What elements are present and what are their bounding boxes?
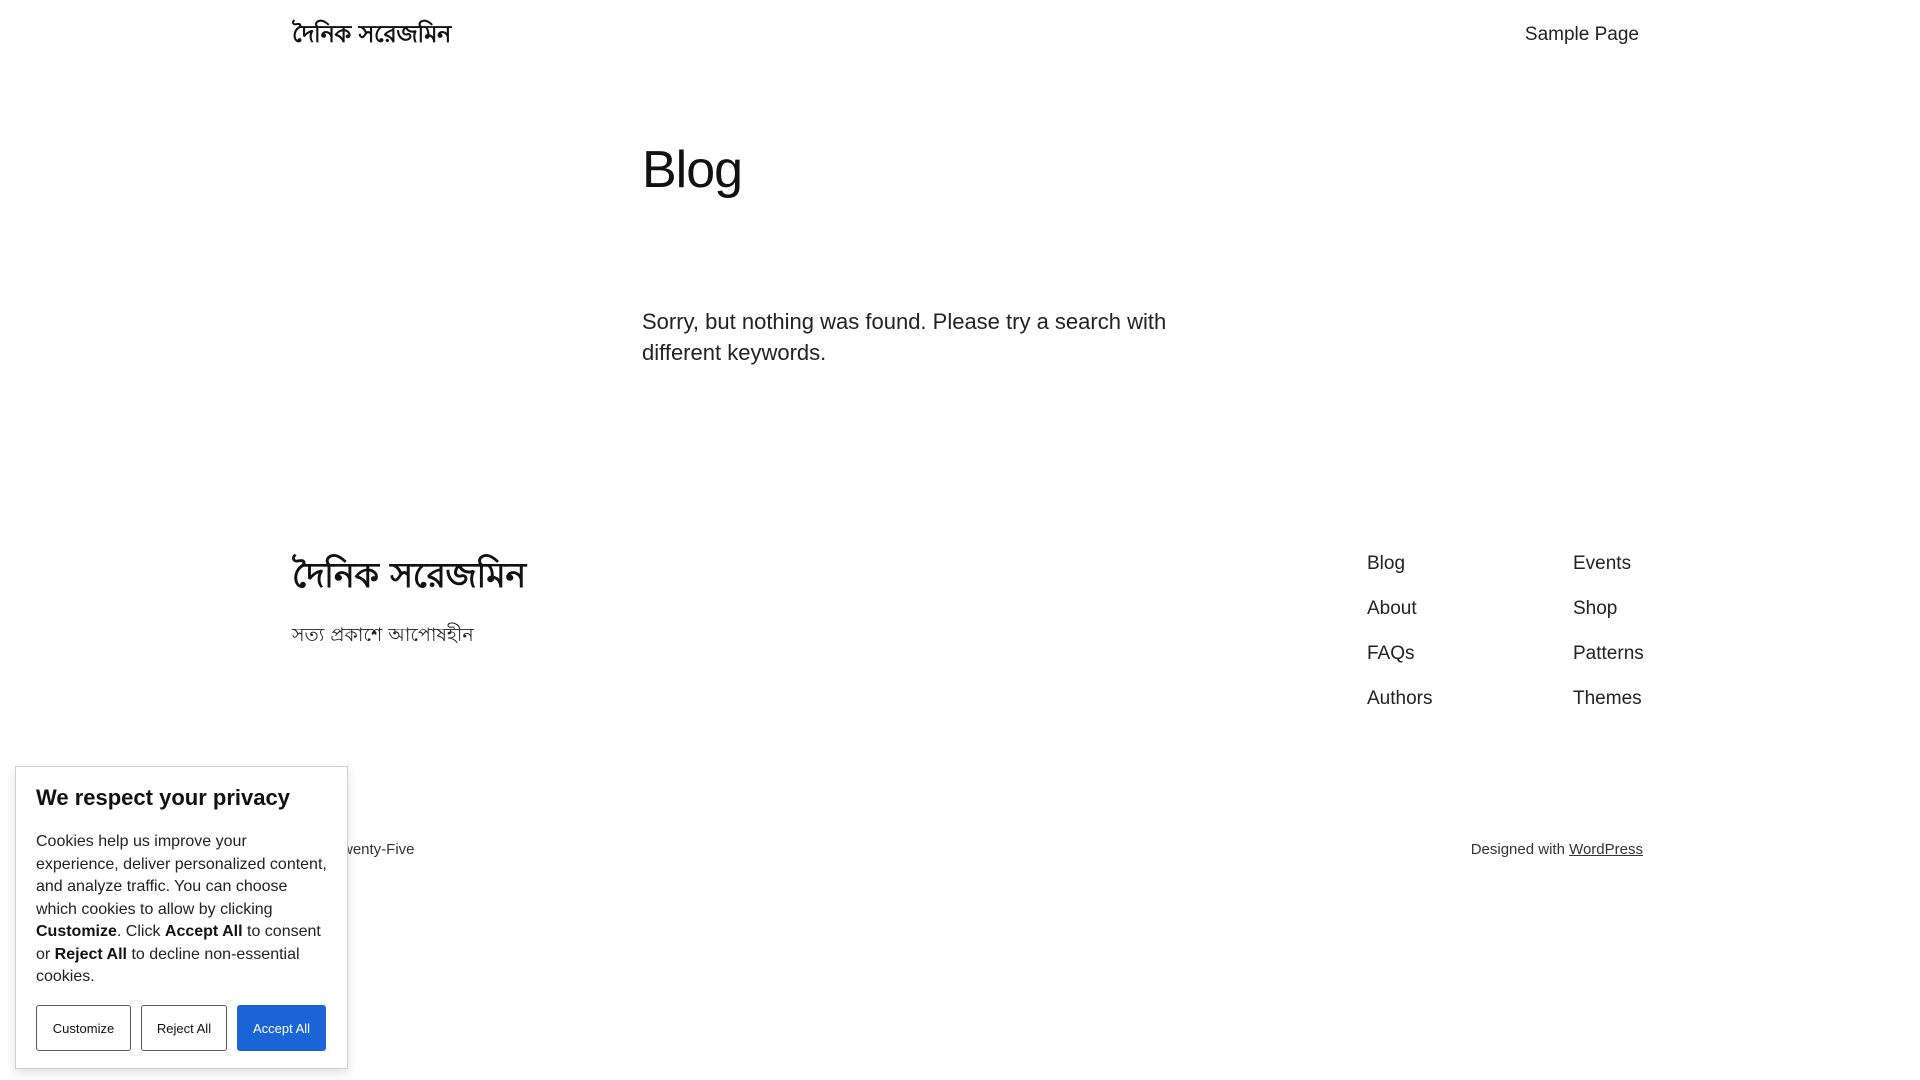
cookie-text-part-2: . Click (116, 923, 165, 940)
footer-link-faqs[interactable]: FAQs (1367, 642, 1432, 687)
footer-link-authors[interactable]: Authors (1367, 687, 1432, 732)
cookie-banner-text: Cookies help us improve your experience,… (36, 831, 327, 989)
nav-sample-page[interactable]: Sample Page (1525, 24, 1639, 46)
footer-brand: দৈনিক সরেজমিন সত্য প্রকাশে আপোষহীন (292, 548, 526, 653)
cookie-accept-all-button[interactable]: Accept All (237, 1005, 326, 1051)
footer-link-blog[interactable]: Blog (1367, 552, 1432, 597)
footer-tagline: সত্য প্রকাশে আপোষহীন (292, 624, 474, 646)
cookie-text-bold-accept: Accept All (164, 923, 243, 940)
site-title-link[interactable]: দৈনিক সরেজমিন (292, 16, 451, 56)
not-found-message: Sorry, but nothing was found. Please try… (642, 309, 1167, 365)
site-header: দৈনিক সরেজমিন Sample Page (0, 0, 1920, 72)
cookie-buttons: Customize Reject All Accept All (36, 1005, 326, 1051)
footer-nav-column-1: Blog About FAQs Authors (1367, 552, 1432, 732)
designed-with-text: Designed with (1470, 841, 1570, 858)
footer-nav-column-2: Events Shop Patterns Themes (1573, 552, 1644, 732)
cookie-reject-all-button[interactable]: Reject All (141, 1005, 227, 1051)
cookie-banner-title: We respect your privacy (36, 785, 290, 810)
footer-link-patterns[interactable]: Patterns (1573, 642, 1644, 687)
footer-link-events[interactable]: Events (1573, 552, 1644, 597)
cookie-consent-banner: We respect your privacy Cookies help us … (15, 766, 348, 1069)
footer-link-themes[interactable]: Themes (1573, 687, 1644, 732)
footer-link-about[interactable]: About (1367, 597, 1432, 642)
main-content: Blog Sorry, but nothing was found. Pleas… (642, 136, 1342, 365)
wordpress-link[interactable]: WordPress (1569, 841, 1643, 858)
cookie-text-bold-reject: Reject All (54, 945, 127, 963)
theme-credit-text: wenty-Five (342, 841, 415, 858)
footer-site-title[interactable]: দৈনিক সরেজমিন (292, 548, 526, 607)
cookie-text-bold-customize: Customize (36, 923, 117, 940)
designed-with-credit: Designed with WordPress (1471, 841, 1643, 858)
cookie-text-part-1: Cookies help us improve your experience,… (36, 833, 327, 918)
cookie-customize-button[interactable]: Customize (36, 1005, 131, 1051)
page-title: Blog (642, 141, 743, 199)
footer-link-shop[interactable]: Shop (1573, 597, 1644, 642)
